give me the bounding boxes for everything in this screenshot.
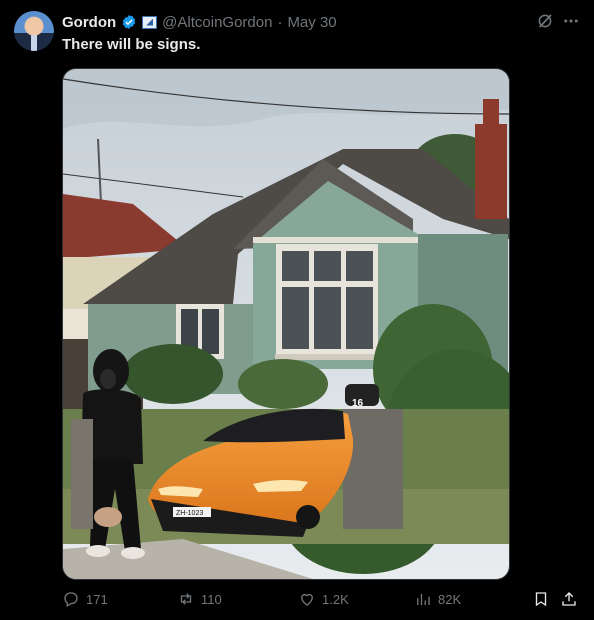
- views-button[interactable]: 82K: [414, 590, 461, 608]
- mailbox-number: 16: [352, 398, 364, 409]
- like-button[interactable]: 1.2K: [298, 590, 349, 608]
- repost-icon: [180, 593, 192, 605]
- reply-icon: [64, 592, 78, 607]
- avatar[interactable]: [14, 11, 54, 51]
- share-button[interactable]: [560, 590, 578, 608]
- author-name[interactable]: Gordon: [62, 14, 116, 31]
- tweet-header: Gordon @AltcoinGordon · May 30: [62, 12, 337, 32]
- views-icon: [417, 593, 430, 605]
- repost-button[interactable]: 110: [177, 590, 222, 608]
- repost-count: 110: [201, 591, 222, 607]
- reply-count: 171: [86, 591, 108, 607]
- view-count: 82K: [438, 591, 462, 607]
- reply-button[interactable]: 171: [62, 590, 108, 608]
- tweet-date[interactable]: May 30: [287, 14, 336, 31]
- like-icon: [301, 593, 313, 606]
- affiliate-badge-icon[interactable]: [142, 15, 158, 29]
- grok-icon[interactable]: [536, 12, 554, 30]
- author-handle[interactable]: @AltcoinGordon: [162, 14, 272, 31]
- license-plate: ZH-1023: [176, 510, 203, 517]
- like-count: 1.2K: [322, 591, 349, 607]
- photo-house-lamborghini: 16 ZH-1023: [63, 69, 509, 579]
- verified-badge-icon: [122, 15, 136, 29]
- bookmark-button[interactable]: [532, 590, 550, 608]
- tweet-text: There will be signs.: [62, 36, 201, 53]
- separator-dot: ·: [277, 13, 283, 31]
- bookmark-icon: [535, 592, 547, 607]
- more-icon[interactable]: [562, 12, 580, 30]
- tweet-photo[interactable]: 16 ZH-1023: [62, 68, 510, 580]
- share-icon: [562, 592, 576, 606]
- tweet-actions: 171 110 1.2K 82K: [62, 590, 582, 612]
